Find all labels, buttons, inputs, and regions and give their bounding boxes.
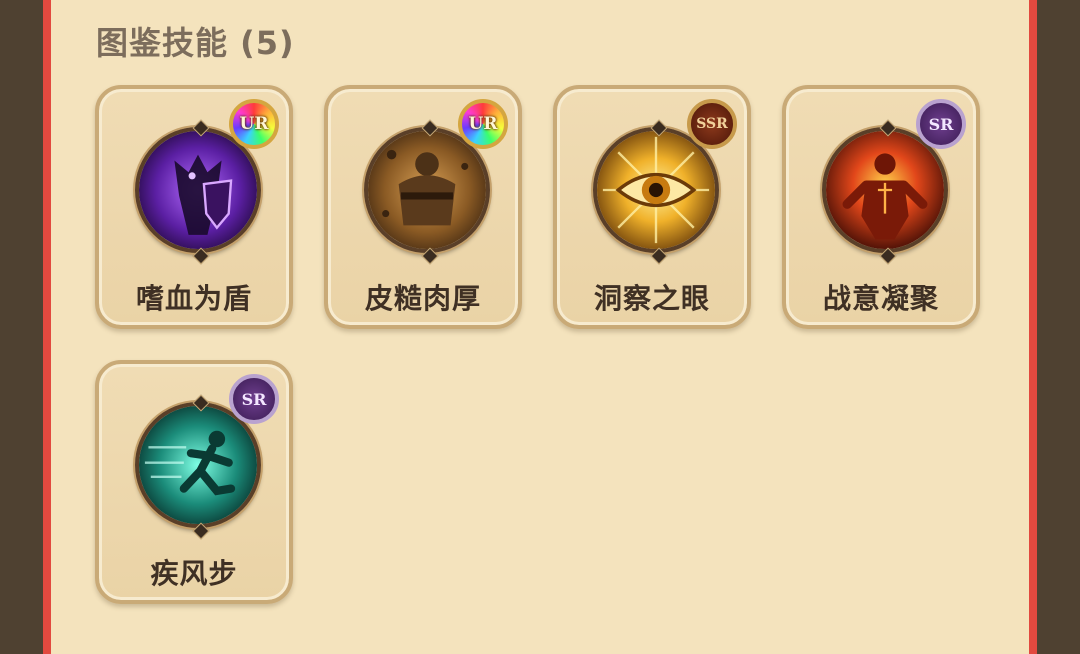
- skill-name: 洞察之眼: [593, 282, 710, 315]
- skill-card-4[interactable]: SR 战意凝聚: [782, 85, 980, 329]
- rarity-badge-ssr: SSR: [687, 99, 737, 149]
- skill-card-5[interactable]: SR 疾风步: [95, 360, 293, 604]
- rarity-badge-sr: SR: [916, 99, 966, 149]
- skill-card-3[interactable]: SSR 洞察之眼: [553, 85, 751, 329]
- rarity-badge-sr: SR: [229, 374, 279, 424]
- skill-card-2[interactable]: UR 皮糙肉厚: [324, 85, 522, 329]
- rarity-badge-ur: UR: [458, 99, 508, 149]
- skill-name: 疾风步: [150, 557, 238, 590]
- skill-name: 嗜血为盾: [135, 282, 252, 315]
- skill-card-1[interactable]: UR 嗜血为盾: [95, 85, 293, 329]
- rarity-badge-ur: UR: [229, 99, 279, 149]
- skill-name: 皮糙肉厚: [364, 282, 481, 315]
- section-title: 图鉴技能 (5): [96, 24, 295, 62]
- skill-name: 战意凝聚: [822, 282, 939, 315]
